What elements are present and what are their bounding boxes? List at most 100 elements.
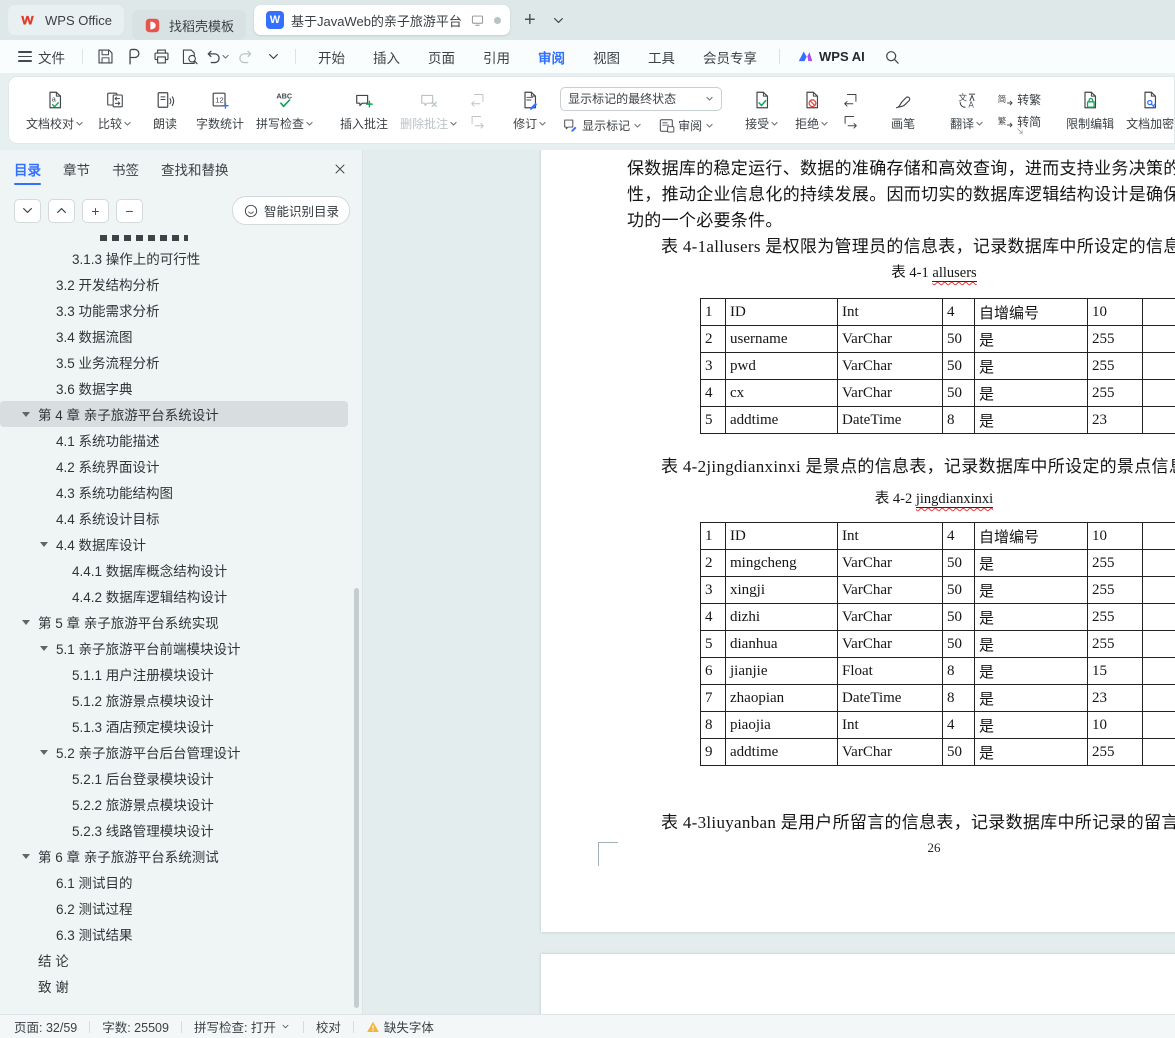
read-aloud-button[interactable]: 朗读	[141, 85, 189, 135]
outline-item[interactable]: 4.4.2 数据库逻辑结构设计	[0, 583, 348, 609]
table-allusers[interactable]: 1 ID Int 4 自增编号 10 2 username VarChar 50 是 255 3 pwd V…	[700, 298, 1175, 434]
menu-tab-member[interactable]: 会员专享	[690, 42, 770, 72]
collapse-all-button[interactable]	[48, 198, 75, 223]
outline-item[interactable]: 第 4 章 亲子旅游平台系统设计	[0, 401, 348, 427]
outline-item[interactable]: 3.3 功能需求分析	[0, 297, 348, 323]
outline-item[interactable]: 3.1.3 操作上的可行性	[0, 245, 348, 271]
file-menu-button[interactable]: 文件	[10, 43, 73, 71]
show-markup-button[interactable]: 显示标记	[560, 117, 644, 134]
outline-item[interactable]: 4.4.1 数据库概念结构设计	[0, 557, 348, 583]
tab-wps-home[interactable]: WPS Office	[8, 5, 124, 35]
new-tab-button[interactable]: +	[518, 10, 542, 30]
close-sidebar-icon[interactable]	[332, 161, 348, 177]
to-traditional-button[interactable]: 简转繁	[995, 91, 1043, 108]
outline-item[interactable]: 3.6 数据字典	[0, 375, 348, 401]
menu-tab-tools[interactable]: 工具	[635, 42, 688, 72]
collapse-triangle-icon[interactable]	[22, 620, 38, 625]
ribbon-resize-icon[interactable]	[1014, 124, 1026, 142]
outline-item[interactable]: 4.2 系统界面设计	[0, 453, 348, 479]
reject-button[interactable]: 拒绝	[788, 85, 836, 135]
collapse-triangle-icon[interactable]	[22, 412, 38, 417]
spellcheck-button[interactable]: ABC 拼写检查	[251, 85, 319, 135]
outline-item[interactable]: 5.1.3 酒店预定模块设计	[0, 713, 348, 739]
save-button[interactable]	[92, 45, 118, 69]
outline-item[interactable]: 3.2 开发结构分析	[0, 271, 348, 297]
missing-font-warning[interactable]: 缺失字体	[366, 1017, 434, 1036]
outline-item[interactable]: 结 论	[0, 947, 348, 973]
outline-item[interactable]: 5.2.2 旅游景点模块设计	[0, 791, 348, 817]
sidebar-scrollbar[interactable]	[354, 588, 359, 1008]
sidebar-tab-chapters[interactable]: 章节	[63, 151, 90, 187]
spellcheck-indicator[interactable]: 拼写检查: 打开	[194, 1017, 291, 1036]
sidebar-tab-bookmarks[interactable]: 书签	[112, 151, 139, 187]
track-changes-button[interactable]: 修订	[506, 85, 554, 135]
table-cell: mingcheng	[725, 549, 838, 577]
sidebar-tab-toc[interactable]: 目录	[14, 151, 41, 187]
ink-pen-button[interactable]: 画笔	[879, 85, 927, 135]
outline-item[interactable]: 4.1 系统功能描述	[0, 427, 348, 453]
insert-comment-button[interactable]: 插入批注	[335, 85, 393, 135]
wps-ai-button[interactable]: WPS AI	[789, 48, 873, 65]
document-workspace[interactable]: 保数据库的稳定运行、数据的准确存储和高效查询，进而支持业务决策的准确 性，推动企…	[363, 150, 1175, 1014]
outline-item[interactable]: 致 谢	[0, 973, 348, 999]
print-button[interactable]	[148, 45, 174, 69]
doc-proofread-button[interactable]: a 文档校对	[21, 85, 89, 135]
expand-all-button[interactable]	[14, 198, 41, 223]
menu-tab-reference[interactable]: 引用	[470, 42, 523, 72]
outline-item[interactable]: 3.5 业务流程分析	[0, 349, 348, 375]
document-page[interactable]: 保数据库的稳定运行、数据的准确存储和高效查询，进而支持业务决策的准确 性，推动企…	[541, 150, 1175, 932]
encrypt-document-button[interactable]: 文档加密	[1121, 85, 1174, 135]
next-change-button[interactable]	[840, 113, 861, 130]
zoom-out-outline-button[interactable]: −	[116, 198, 143, 223]
menu-tab-page[interactable]: 页面	[415, 42, 468, 72]
search-button[interactable]	[875, 46, 909, 68]
page-indicator[interactable]: 页面: 32/59	[14, 1017, 77, 1036]
table-jingdianxinxi[interactable]: 1 ID Int 4 自增编号 10 2 mingcheng VarChar 50 是 255 3 xin…	[700, 522, 1175, 766]
word-count-indicator[interactable]: 字数: 25509	[102, 1017, 169, 1036]
print-preview-button[interactable]	[176, 45, 202, 69]
output-pdf-button[interactable]	[120, 45, 146, 69]
translate-button[interactable]: 文 A 翻译	[943, 85, 991, 135]
outline-item[interactable]: 6.1 测试目的	[0, 869, 348, 895]
smart-toc-button[interactable]: 智能识别目录	[231, 196, 350, 225]
sidebar-tab-find-replace[interactable]: 查找和替换	[161, 151, 229, 187]
zoom-in-outline-button[interactable]: +	[82, 198, 109, 223]
outline-item[interactable]: 5.2.3 线路管理模块设计	[0, 817, 348, 843]
restrict-editing-button[interactable]: 限制编辑	[1061, 85, 1119, 135]
collapse-triangle-icon[interactable]	[40, 750, 56, 755]
proofread-button[interactable]: 校对	[316, 1017, 341, 1036]
compare-button[interactable]: 比较	[91, 85, 139, 135]
more-commands-button[interactable]	[260, 45, 286, 69]
menu-tab-review[interactable]: 审阅	[525, 42, 578, 76]
undo-button[interactable]	[204, 45, 230, 69]
menu-tab-view[interactable]: 视图	[580, 42, 633, 72]
tab-docer[interactable]: 找稻壳模板	[131, 10, 246, 40]
outline-item[interactable]: 6.3 测试结果	[0, 921, 348, 947]
reviewing-pane-button[interactable]: 审阅	[656, 117, 716, 134]
word-count-button[interactable]: 12 字数统计	[191, 85, 249, 135]
accept-button[interactable]: 接受	[738, 85, 786, 135]
outline-item[interactable]: 5.1.2 旅游景点模块设计	[0, 687, 348, 713]
outline-item[interactable]: 第 5 章 亲子旅游平台系统实现	[0, 609, 348, 635]
outline-item[interactable]: 4.4 数据库设计	[0, 531, 348, 557]
outline-item-label: 3.3 功能需求分析	[56, 304, 160, 319]
outline-item[interactable]: 4.4 系统设计目标	[0, 505, 348, 531]
outline-item[interactable]: 5.1.1 用户注册模块设计	[0, 661, 348, 687]
markup-state-combobox[interactable]: 显示标记的最终状态	[560, 86, 723, 111]
outline-item[interactable]: 3.4 数据流图	[0, 323, 348, 349]
menu-tab-home[interactable]: 开始	[305, 42, 358, 72]
outline-item[interactable]: 5.2.1 后台登录模块设计	[0, 765, 348, 791]
outline-item[interactable]: 第 6 章 亲子旅游平台系统测试	[0, 843, 348, 869]
prev-change-button[interactable]	[840, 91, 861, 108]
tab-document[interactable]: W 基于JavaWeb的亲子旅游平台	[253, 5, 510, 35]
menu-tab-insert[interactable]: 插入	[360, 42, 413, 72]
outline-item[interactable]: 5.1 亲子旅游平台前端模块设计	[0, 635, 348, 661]
next-document-page[interactable]	[541, 954, 1175, 1014]
outline-item[interactable]: 4.3 系统功能结构图	[0, 479, 348, 505]
outline-item[interactable]: 5.2 亲子旅游平台后台管理设计	[0, 739, 348, 765]
outline-item[interactable]: 6.2 测试过程	[0, 895, 348, 921]
tab-list-chevron-icon[interactable]	[550, 12, 567, 29]
collapse-triangle-icon[interactable]	[40, 646, 56, 651]
collapse-triangle-icon[interactable]	[22, 854, 38, 859]
collapse-triangle-icon[interactable]	[40, 542, 56, 547]
